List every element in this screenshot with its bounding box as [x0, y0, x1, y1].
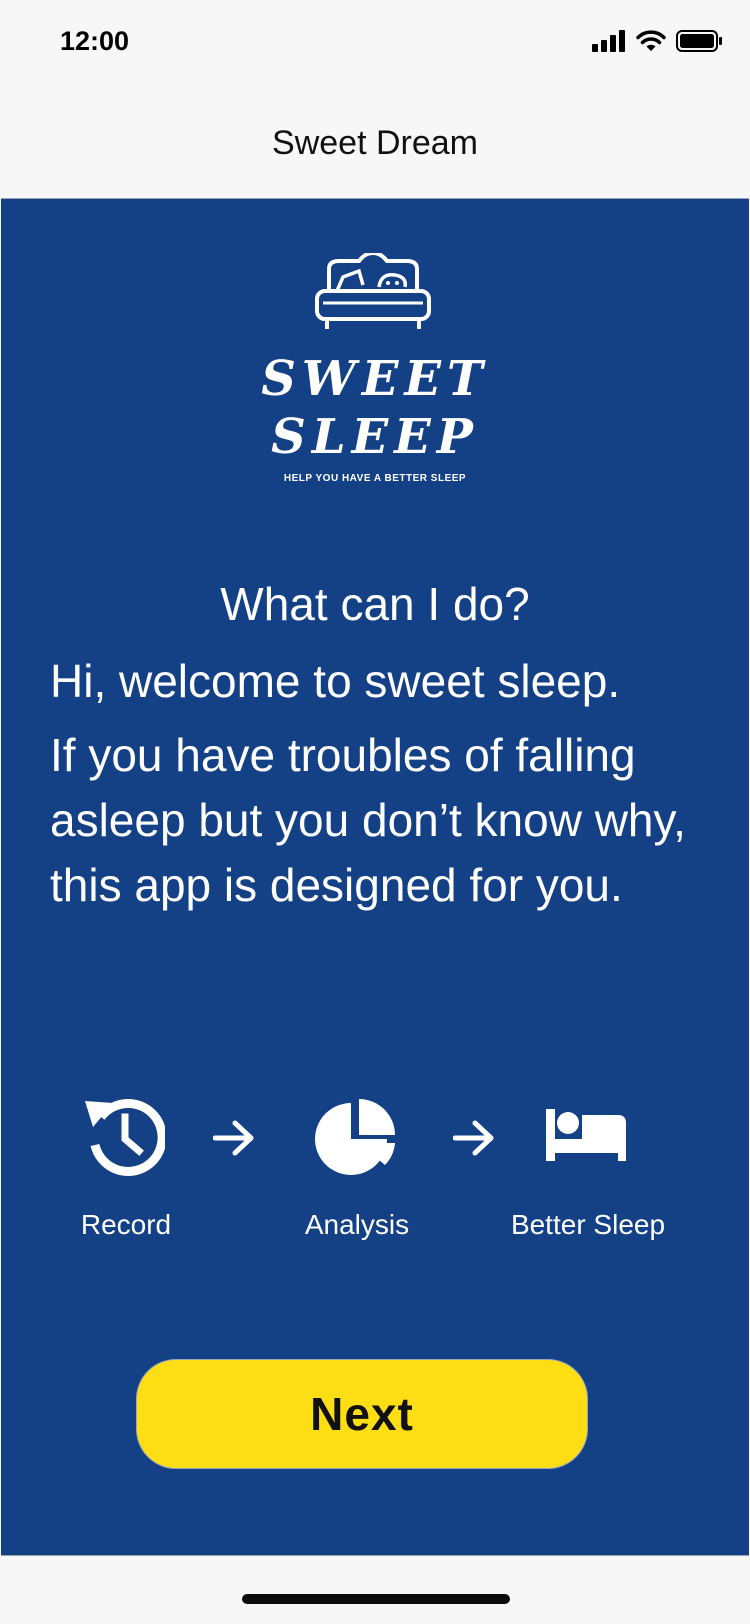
bed-logo-icon [315, 253, 431, 329]
steps-flow: Record Analysis Better Sleep [1, 1097, 749, 1257]
nav-title: Sweet Dream [272, 123, 478, 162]
logo-tagline: HELP YOU HAVE A BETTER SLEEP [283, 473, 467, 484]
home-indicator[interactable] [242, 1594, 510, 1604]
status-time: 12:00 [60, 26, 130, 56]
battery-icon [676, 30, 722, 52]
section-heading: What can I do? [220, 578, 530, 630]
step-label-better-sleep: Better Sleep [510, 1209, 666, 1240]
pie-chart-icon [315, 1099, 395, 1175]
next-button[interactable]: Next [136, 1359, 588, 1469]
step-label-analysis: Analysis [304, 1209, 410, 1240]
logo-title-line2: SLEEP [271, 409, 479, 465]
welcome-panel: SWEET SLEEP HELP YOU HAVE A BETTER SLEEP… [1, 198, 749, 1556]
intro-text: Hi, welcome to sweet sleep. If you have … [50, 651, 720, 918]
intro-welcome: Hi, welcome to sweet sleep. [50, 655, 621, 707]
intro-body: If you have troubles of falling asleep b… [50, 729, 686, 911]
step-label-record: Record [80, 1209, 172, 1240]
wifi-icon [636, 30, 666, 51]
bed-icon [546, 1109, 626, 1161]
history-icon [85, 1099, 165, 1176]
status-icons [592, 30, 722, 52]
nav-bar: Sweet Dream [0, 88, 750, 198]
status-bar: 12:00 [0, 0, 750, 88]
arrow-right-icon [213, 1120, 254, 1156]
logo-title-line1: SWEET [261, 351, 489, 407]
signal-icon [592, 30, 625, 52]
arrow-right-icon [453, 1120, 494, 1156]
